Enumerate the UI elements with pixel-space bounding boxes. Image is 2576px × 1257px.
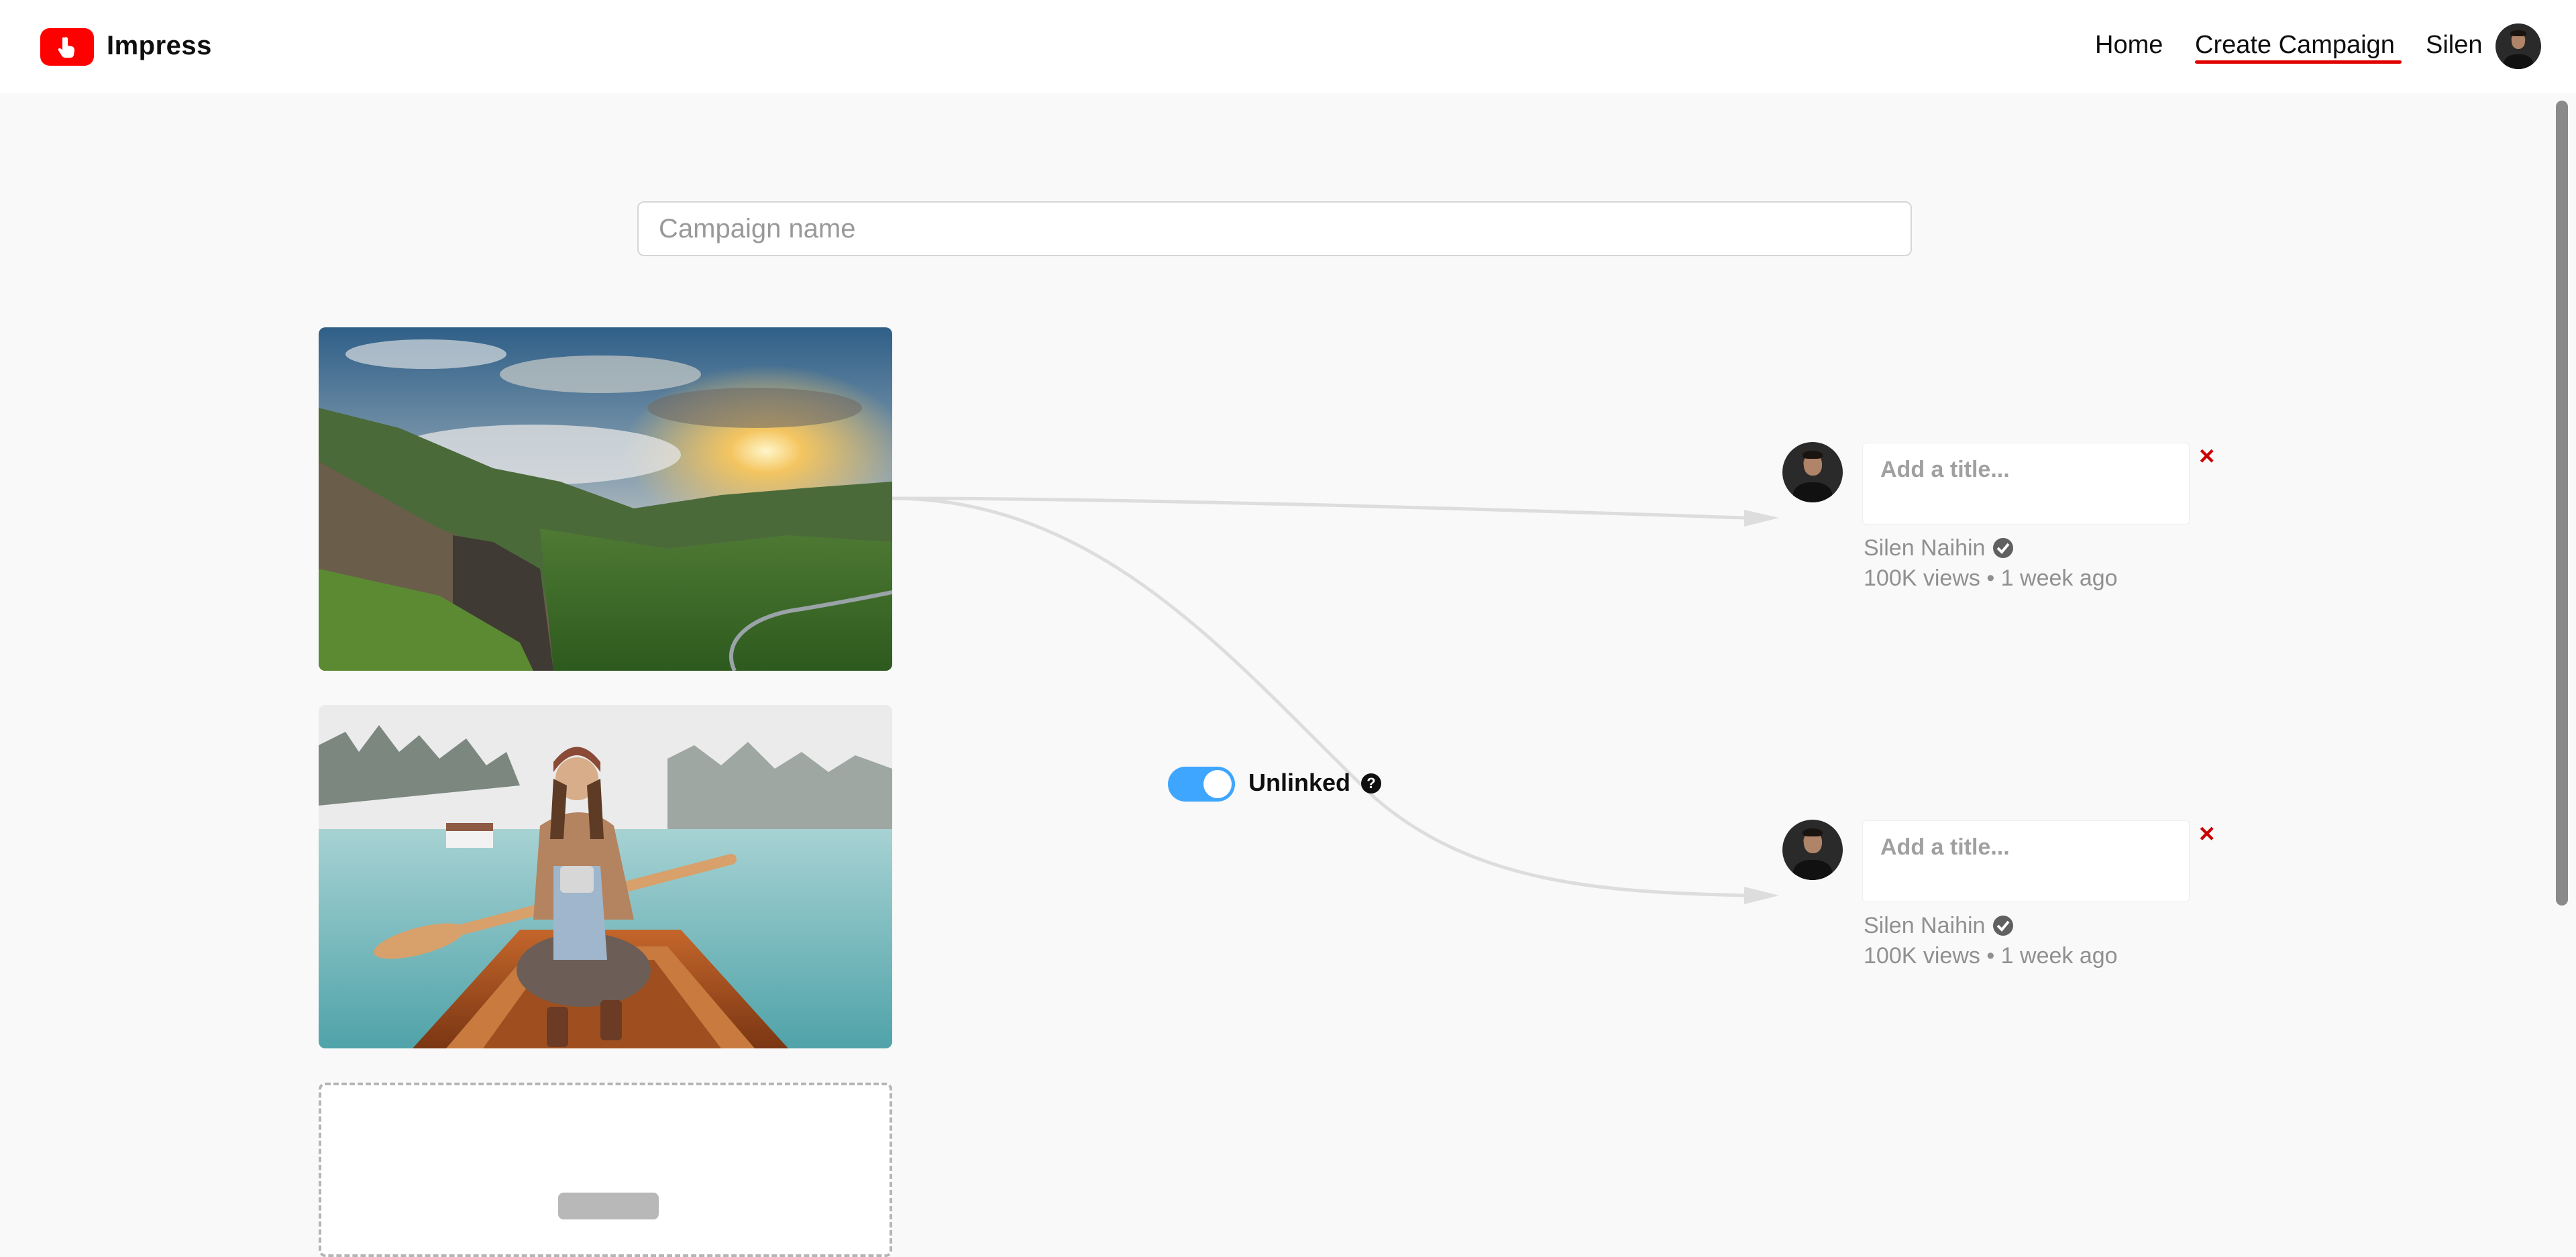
brand-name[interactable]: Impress — [107, 31, 212, 61]
nav-create-campaign-link[interactable]: Create Campaign — [2195, 31, 2395, 60]
active-nav-indicator — [2195, 60, 2402, 64]
link-toggle-switch[interactable] — [1168, 767, 1235, 802]
verified-icon — [1993, 538, 2014, 558]
nav-home-link[interactable]: Home — [2095, 31, 2163, 60]
nav-user-name[interactable]: Silen — [2426, 31, 2483, 60]
channel-name-2: Silen Naihin — [1864, 913, 2014, 939]
upload-button[interactable] — [558, 1193, 659, 1219]
remove-video-1-icon[interactable]: × — [2199, 443, 2214, 470]
video-title-input-1[interactable]: Add a title... — [1862, 443, 2190, 525]
channel-avatar-2 — [1782, 820, 1843, 880]
scrollbar-thumb[interactable] — [2556, 101, 2568, 906]
top-header: Impress Home Create Campaign Silen — [0, 0, 2576, 93]
verified-icon — [1993, 916, 2014, 936]
link-toggle-label: Unlinked — [1248, 769, 1351, 796]
video-meta-1: 100K views • 1 week ago — [1864, 565, 2118, 591]
user-avatar[interactable] — [2496, 23, 2541, 69]
thumbnail-image-2[interactable] — [319, 705, 892, 1048]
channel-avatar-1 — [1782, 442, 1843, 502]
campaign-name-input[interactable] — [637, 201, 1912, 256]
thumbnail-image-1[interactable] — [319, 327, 892, 671]
remove-video-2-icon[interactable]: × — [2199, 820, 2214, 847]
question-circle-icon[interactable]: ? — [1361, 773, 1381, 794]
logo-icon[interactable] — [40, 28, 94, 66]
video-meta-2: 100K views • 1 week ago — [1864, 943, 2118, 969]
toggle-knob — [1203, 770, 1232, 798]
upload-thumbnail-dropzone[interactable] — [319, 1083, 892, 1257]
video-title-input-2[interactable]: Add a title... — [1862, 820, 2190, 902]
channel-name-1: Silen Naihin — [1864, 535, 2014, 561]
